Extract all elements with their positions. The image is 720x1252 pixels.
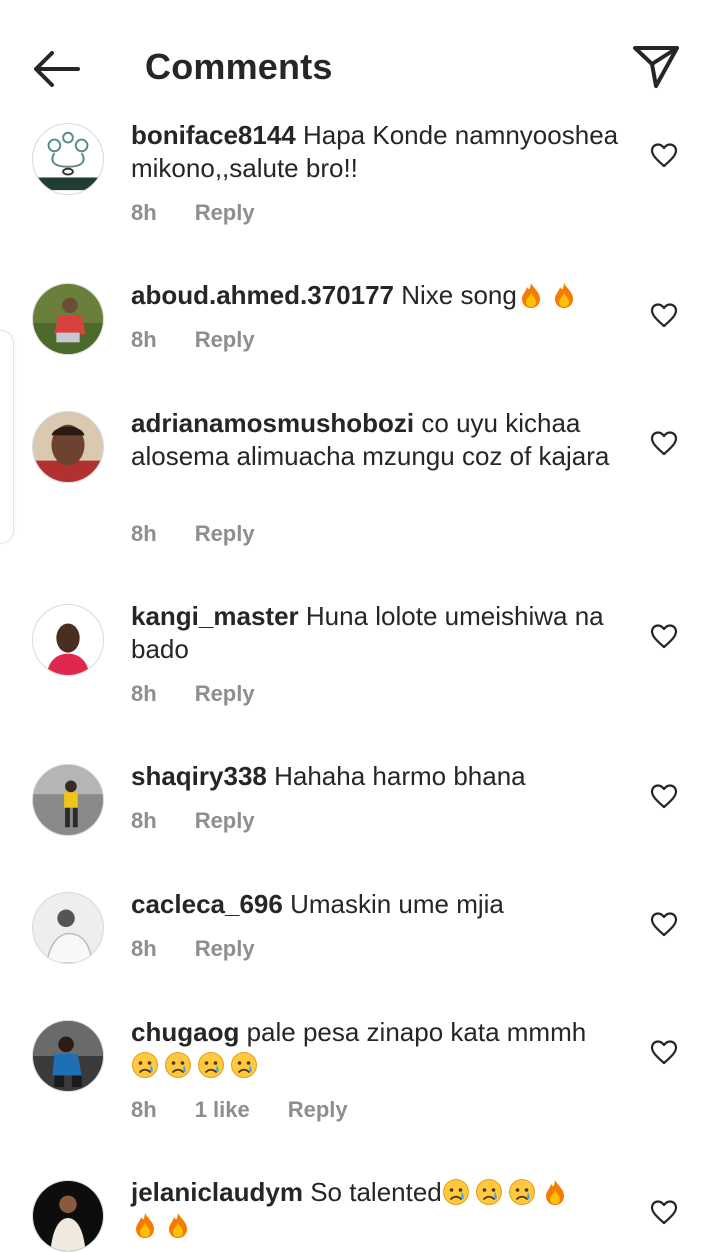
likes-count[interactable]: 1 like <box>195 1097 250 1123</box>
comment-text: kangi_master Huna lolote umeishiwa na ba… <box>131 600 631 666</box>
comment-meta: 8h Reply <box>131 681 293 707</box>
comment-text: jelaniclaudym So talented <box>131 1176 631 1242</box>
comment-body: Nixe song <box>401 280 517 310</box>
comment-time: 8h <box>131 521 157 546</box>
heart-icon[interactable] <box>650 1039 678 1065</box>
comment-meta: 8h Reply <box>131 808 293 834</box>
comment-username[interactable]: adrianamosmushobozi <box>131 408 414 438</box>
comment-body: pale pesa zinapo kata mmmh <box>246 1017 587 1047</box>
comment-time: 8h <box>131 1097 157 1122</box>
avatar[interactable] <box>32 283 104 355</box>
comment-text: aboud.ahmed.370177 Nixe song <box>131 279 631 312</box>
heart-icon[interactable] <box>650 142 678 168</box>
comment-meta: 8h 1 like Reply <box>131 1097 386 1123</box>
heart-icon[interactable] <box>650 623 678 649</box>
heart-icon[interactable] <box>650 1199 678 1225</box>
comment-meta: 8h Reply <box>131 521 293 547</box>
comment-body: So talented <box>310 1177 442 1207</box>
comment-username[interactable]: jelaniclaudym <box>131 1177 303 1207</box>
comment-time: 8h <box>131 681 157 706</box>
heart-icon[interactable] <box>650 911 678 937</box>
comment-time: 8h <box>131 200 157 225</box>
sad-tear-emoji-icon <box>198 1052 224 1078</box>
arrow-left-icon[interactable] <box>30 46 82 92</box>
heart-icon[interactable] <box>650 783 678 809</box>
reply-button[interactable]: Reply <box>195 681 255 707</box>
heart-icon[interactable] <box>650 430 678 456</box>
avatar[interactable] <box>32 892 104 964</box>
comment-username[interactable]: cacleca_696 <box>131 889 283 919</box>
sad-tear-emoji-icon <box>475 1179 502 1205</box>
reply-button[interactable]: Reply <box>195 521 255 547</box>
reply-button[interactable]: Reply <box>195 808 255 834</box>
comment-time: 8h <box>131 327 157 352</box>
heart-icon[interactable] <box>650 302 678 328</box>
comment-username[interactable]: aboud.ahmed.370177 <box>131 280 394 310</box>
header: Comments <box>0 0 720 112</box>
comment-meta: 8h Reply <box>131 936 293 962</box>
comment-time: 8h <box>131 936 157 961</box>
comment-username[interactable]: boniface8144 <box>131 120 296 150</box>
avatar[interactable] <box>32 764 104 836</box>
comment-text: cacleca_696 Umaskin ume mjia <box>131 888 631 921</box>
sad-tear-emoji-icon <box>508 1179 535 1205</box>
comment-body: Umaskin ume mjia <box>290 889 504 919</box>
comment-time: 8h <box>131 808 157 833</box>
reply-button[interactable]: Reply <box>195 327 255 353</box>
reply-button[interactable]: Reply <box>288 1097 348 1123</box>
sad-tear-emoji-icon <box>132 1052 158 1078</box>
fire-emoji-icon <box>521 283 540 308</box>
comment-meta: 8h Reply <box>131 200 293 226</box>
reply-button[interactable]: Reply <box>195 200 255 226</box>
avatar[interactable] <box>32 1180 104 1252</box>
comment-username[interactable]: shaqiry338 <box>131 761 267 791</box>
fire-emoji-icon <box>554 283 573 308</box>
comment-body: Hahaha harmo bhana <box>274 761 526 791</box>
avatar[interactable] <box>32 604 104 676</box>
fire-emoji-icon <box>136 1213 154 1238</box>
sad-tear-emoji-icon <box>231 1052 257 1078</box>
avatar[interactable] <box>32 123 104 195</box>
fire-emoji-icon <box>169 1213 187 1238</box>
comment-meta: 8h Reply <box>131 327 293 353</box>
comment-text: adrianamosmushobozi co uyu kichaa alosem… <box>131 407 631 473</box>
avatar[interactable] <box>32 1020 104 1092</box>
reply-button[interactable]: Reply <box>195 936 255 962</box>
comment-username[interactable]: kangi_master <box>131 601 299 631</box>
sad-tear-emoji-icon <box>165 1052 191 1078</box>
comment-text: shaqiry338 Hahaha harmo bhana <box>131 760 631 793</box>
fire-emoji-icon <box>545 1180 564 1205</box>
comment-text: boniface8144 Hapa Konde namnyooshea miko… <box>131 119 631 185</box>
avatar[interactable] <box>32 411 104 483</box>
comment-username[interactable]: chugaog <box>131 1017 239 1047</box>
page-title: Comments <box>145 46 333 87</box>
side-panel-edge[interactable] <box>0 330 14 544</box>
sad-tear-emoji-icon <box>442 1179 469 1205</box>
comment-text: chugaog pale pesa zinapo kata mmmh <box>131 1016 631 1082</box>
paper-plane-icon[interactable] <box>630 42 682 90</box>
